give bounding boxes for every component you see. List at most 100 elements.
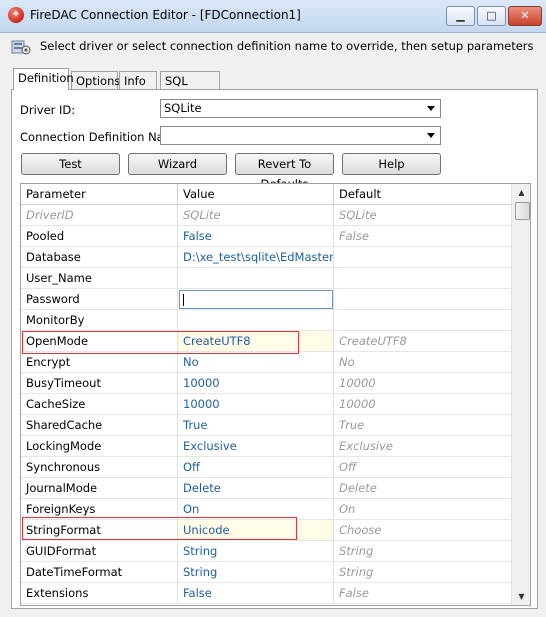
table-row[interactable]: GUIDFormat String String [21, 541, 511, 562]
table-row[interactable]: User_Name [21, 268, 511, 289]
close-button[interactable]: ✕ [508, 6, 542, 26]
parameter-value[interactable] [178, 310, 334, 330]
parameter-name: MonitorBy [21, 310, 178, 330]
help-button[interactable]: Help [342, 153, 441, 175]
table-row[interactable]: Synchronous Off Off [21, 457, 511, 478]
parameter-default [334, 268, 511, 288]
parameter-name: Extensions [21, 583, 178, 603]
column-header-default[interactable]: Default [334, 184, 511, 204]
parameter-default: String [339, 544, 374, 558]
maximize-button[interactable]: □ [477, 6, 506, 26]
table-row[interactable]: LockingMode Exclusive Exclusive [21, 436, 511, 457]
connection-settings-icon [11, 40, 31, 55]
parameter-name: GUIDFormat [21, 541, 178, 561]
parameter-default: Choose [339, 523, 382, 537]
column-header-parameter[interactable]: Parameter [21, 184, 178, 204]
scroll-up-arrow-icon[interactable]: ▲ [512, 184, 530, 201]
table-row[interactable]: CacheSize 10000 10000 [21, 394, 511, 415]
scroll-down-arrow-icon[interactable]: ▼ [512, 588, 530, 605]
table-row[interactable]: SharedCache True True [21, 415, 511, 436]
parameter-default: String [339, 565, 374, 579]
parameter-value[interactable] [178, 268, 334, 288]
instruction-text: Select driver or select connection defin… [40, 39, 534, 53]
table-row[interactable]: Encrypt No No [21, 352, 511, 373]
parameter-value[interactable]: String [178, 541, 334, 561]
test-button[interactable]: Test [21, 153, 120, 175]
parameter-default: Exclusive [339, 439, 393, 453]
driver-id-value: SQLite [164, 101, 202, 115]
table-row[interactable]: OpenMode CreateUTF8 CreateUTF8 [21, 331, 511, 352]
table-row[interactable]: Pooled False False [21, 226, 511, 247]
table-row[interactable]: StringFormat Unicode Choose [21, 520, 511, 541]
parameter-name: Encrypt [21, 352, 178, 372]
parameters-grid[interactable]: Parameter Value Default DriverID SQLite SQ… [20, 183, 531, 606]
parameter-value[interactable]: String [178, 562, 334, 582]
password-input[interactable] [179, 290, 333, 309]
parameter-value[interactable]: 10000 [178, 373, 334, 393]
chevron-down-icon [427, 133, 435, 138]
table-row[interactable]: MonitorBy [21, 310, 511, 331]
parameter-value[interactable]: Unicode [178, 520, 334, 540]
parameter-default: False [339, 586, 369, 600]
table-row[interactable]: Extensions False False [21, 583, 511, 604]
text-cursor [183, 294, 184, 306]
parameter-name: Pooled [21, 226, 178, 246]
parameter-name: LockingMode [21, 436, 178, 456]
column-header-value[interactable]: Value [178, 184, 334, 204]
parameter-value[interactable]: On [178, 499, 334, 519]
table-row[interactable]: BusyTimeout 10000 10000 [21, 373, 511, 394]
parameter-value[interactable]: False [178, 583, 334, 603]
parameter-default [334, 310, 511, 330]
parameter-default: False [339, 229, 369, 243]
parameter-name: Database [21, 247, 178, 267]
parameter-default [334, 247, 511, 267]
parameter-default: True [339, 418, 365, 432]
parameter-value[interactable]: True [178, 415, 334, 435]
table-row[interactable]: DateTimeFormat String String [21, 562, 511, 583]
firedac-app-icon: ✦ [8, 7, 24, 23]
table-row[interactable]: Password [21, 289, 511, 310]
revert-to-defaults-button[interactable]: Revert To Defaults [235, 153, 334, 191]
tab-sql-script[interactable]: SQL Script [160, 71, 220, 106]
parameter-name: CacheSize [21, 394, 178, 414]
parameter-name: Password [21, 289, 178, 309]
parameter-name: OpenMode [21, 331, 178, 351]
parameter-value[interactable]: Delete [178, 478, 334, 498]
parameter-value[interactable]: 10000 [178, 394, 334, 414]
parameter-value[interactable]: Exclusive [178, 436, 334, 456]
table-row[interactable]: DatabaseD:\xe_test\sqlite\EdMaster.db [21, 247, 511, 268]
parameter-value[interactable]: SQLite [178, 205, 334, 225]
parameter-default: CreateUTF8 [339, 334, 407, 348]
parameter-name: Synchronous [21, 457, 178, 477]
parameter-default: 10000 [339, 397, 376, 411]
chevron-down-icon [427, 106, 435, 111]
parameter-name: ForeignKeys [21, 499, 178, 519]
parameter-name: User_Name [21, 268, 178, 288]
table-row[interactable]: DriverID SQLite SQLite [21, 205, 511, 226]
scrollbar-thumb[interactable] [515, 202, 530, 220]
parameter-value[interactable]: False [178, 226, 334, 246]
parameter-default [334, 289, 511, 309]
parameter-value[interactable]: D:\xe_test\sqlite\EdMaster.db [178, 247, 334, 267]
tab-options[interactable]: Options [71, 71, 120, 89]
parameter-name: JournalMode [21, 478, 178, 498]
parameter-default: 10000 [339, 376, 376, 390]
parameter-value[interactable]: CreateUTF8 [178, 331, 334, 351]
tab-definition[interactable]: Definition [13, 68, 74, 90]
table-row[interactable]: JournalMode Delete Delete [21, 478, 511, 499]
connection-definition-select[interactable] [160, 126, 441, 145]
parameter-value[interactable]: Off [178, 457, 334, 477]
parameter-default: Off [339, 460, 357, 474]
vertical-scrollbar[interactable]: ▲ ▼ [511, 184, 530, 605]
parameter-name: BusyTimeout [21, 373, 178, 393]
tab-info[interactable]: Info [119, 71, 157, 89]
driver-id-select[interactable]: SQLite [160, 99, 441, 118]
parameter-name: DriverID [21, 205, 178, 225]
driver-id-label: Driver ID: [20, 103, 76, 117]
parameter-value[interactable]: No [178, 352, 334, 372]
title-bar: ✦ FireDAC Connection Editor - [FDConnect… [0, 0, 546, 33]
parameter-default: No [339, 355, 355, 369]
table-row[interactable]: ForeignKeys On On [21, 499, 511, 520]
wizard-button[interactable]: Wizard [128, 153, 227, 175]
minimize-button[interactable]: ▁ [446, 6, 475, 26]
